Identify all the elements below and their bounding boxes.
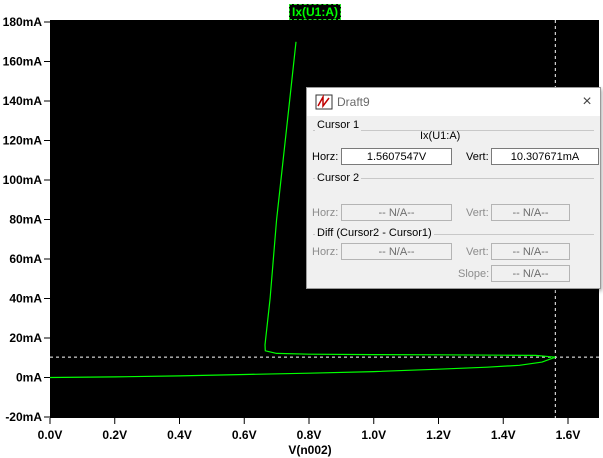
x-tick-label: 0.4V bbox=[167, 428, 192, 442]
cursor2-horz-label: Horz: bbox=[312, 207, 339, 219]
y-tick-label: 60mA bbox=[9, 252, 42, 266]
diff-horz-field: -- N/A-- bbox=[341, 243, 452, 260]
cursor-dialog: Draft9 × Cursor 1 Ix(U1:A) Horz: 1.56075… bbox=[306, 87, 601, 289]
diff-vert-field: -- N/A-- bbox=[491, 243, 570, 260]
y-tick-label: 100mA bbox=[3, 173, 43, 187]
cursor1-horz-label: Horz: bbox=[312, 151, 339, 163]
x-tick-label: 1.4V bbox=[491, 428, 516, 442]
trace-name-label: Ix(U1:A) bbox=[291, 5, 338, 19]
diff-slope-field: -- N/A-- bbox=[491, 265, 570, 282]
close-icon[interactable]: × bbox=[577, 92, 597, 112]
y-tick-label: 140mA bbox=[3, 94, 43, 108]
cursor2-group-title: Cursor 2 bbox=[315, 172, 362, 184]
y-tick-label: 160mA bbox=[3, 55, 43, 69]
cursor1-vert-label: Vert: bbox=[466, 151, 489, 163]
x-tick-label: 1.2V bbox=[426, 428, 451, 442]
y-tick-label: 180mA bbox=[3, 15, 43, 29]
cursor1-vert-field[interactable]: 10.307671mA bbox=[491, 148, 599, 165]
diff-group-title: Diff (Cursor2 - Cursor1) bbox=[315, 227, 434, 239]
diff-horz-label: Horz: bbox=[312, 246, 339, 258]
cursor1-horz-field[interactable]: 1.5607547V bbox=[341, 148, 452, 165]
cursor1-trace-name: Ix(U1:A) bbox=[420, 130, 461, 142]
y-tick-label: 80mA bbox=[9, 213, 42, 227]
x-tick-label: 0.8V bbox=[297, 428, 322, 442]
cursor2-horz-field: -- N/A-- bbox=[341, 204, 452, 221]
cursor2-vert-label: Vert: bbox=[466, 207, 489, 219]
x-tick-label: 1.6V bbox=[556, 428, 581, 442]
x-tick-label: 0.6V bbox=[232, 428, 257, 442]
y-tick-label: 0mA bbox=[16, 371, 42, 385]
dialog-title: Draft9 bbox=[337, 95, 370, 109]
cursor1-group-title: Cursor 1 bbox=[315, 119, 362, 131]
diff-slope-label: Slope: bbox=[458, 268, 490, 280]
y-tick-label: 40mA bbox=[9, 292, 42, 306]
trace-name-tag[interactable]: Ix(U1:A) bbox=[289, 4, 341, 20]
x-axis-label: V(n002) bbox=[288, 443, 331, 457]
x-tick-label: 0.2V bbox=[102, 428, 127, 442]
x-tick-label: 1.0V bbox=[361, 428, 386, 442]
x-tick-label: 0.0V bbox=[38, 428, 63, 442]
y-tick-label: 20mA bbox=[9, 331, 42, 345]
y-tick-label: 120mA bbox=[3, 134, 43, 148]
dialog-titlebar[interactable]: Draft9 × bbox=[307, 88, 600, 116]
y-tick-label: -20mA bbox=[5, 410, 42, 424]
diff-vert-label: Vert: bbox=[466, 246, 489, 258]
cursor2-vert-field: -- N/A-- bbox=[491, 204, 570, 221]
ltspice-app-icon bbox=[315, 94, 333, 110]
